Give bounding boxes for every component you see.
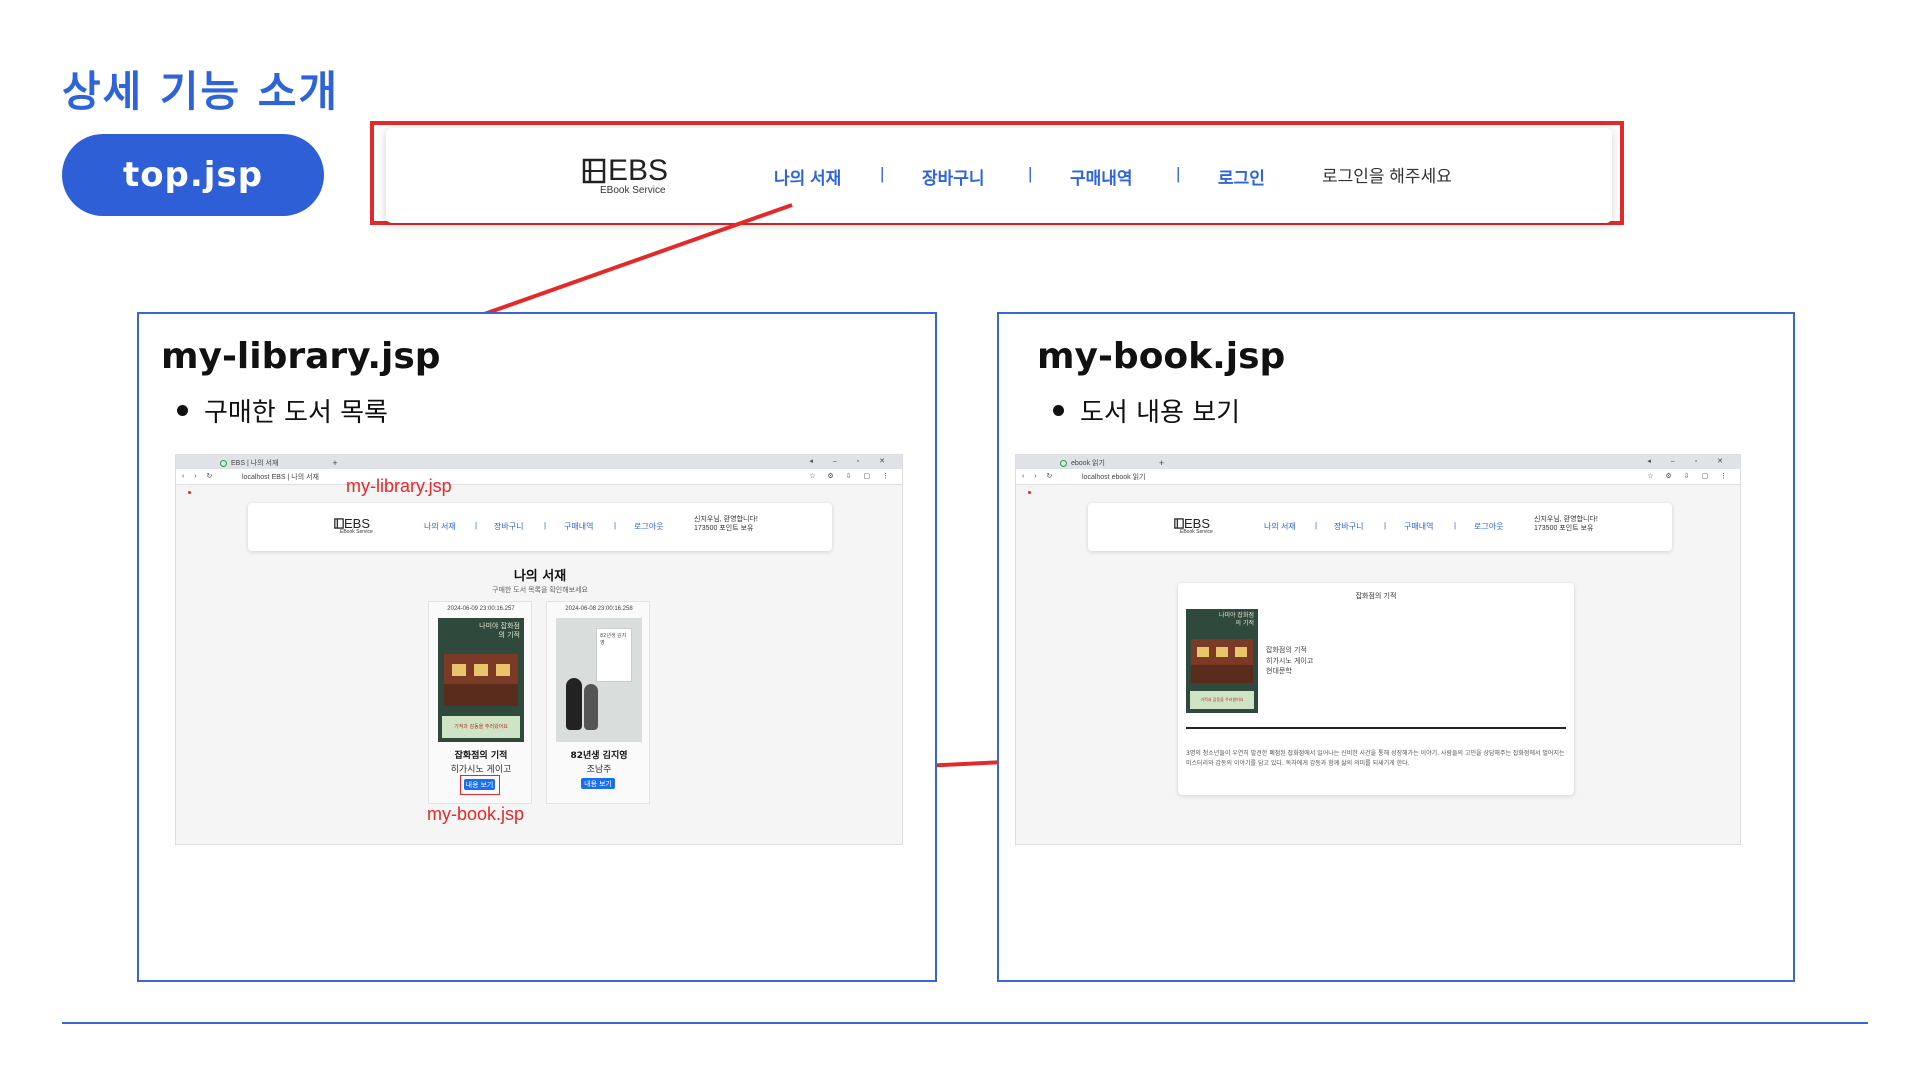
- my-library-panel: my-library.jsp 구매한 도서 목록 EBS | 나의 서재 + ◂…: [137, 312, 937, 982]
- browser-nav-icons[interactable]: ‹ › ↻: [182, 472, 216, 480]
- mini-nav-separator: |: [475, 521, 478, 530]
- tab-favicon-icon: [220, 459, 227, 467]
- mini-welcome-block: 신지우님, 환영합니다! 173500 포인트 보유: [694, 515, 758, 533]
- book-description: 3명의 청소년들이 우연히 발견한 폐점된 잡화점에서 일어나는 신비한 사건을…: [1186, 750, 1565, 767]
- mini-nav-purchase[interactable]: 구매내역: [1404, 521, 1433, 532]
- mini-welcome-block: 신지우님, 환영합니다! 173500 포인트 보유: [1534, 515, 1598, 533]
- indicator-dot: [1028, 491, 1031, 494]
- points-text: 173500 포인트 보유: [694, 525, 754, 533]
- view-content-button[interactable]: 내용 보기: [581, 778, 615, 789]
- bullet-text: 구매한 도서 목록: [204, 398, 388, 428]
- mini-logo-subtext: EBook Service: [1180, 529, 1213, 535]
- browser-toolbar-icons[interactable]: ☆ ⚙ ⇩ ▢ ⋮: [1647, 472, 1732, 480]
- book-title: 82년생 김지영: [570, 751, 628, 761]
- divider: [1186, 727, 1566, 729]
- browser-toolbar-icons[interactable]: ☆ ⚙ ⇩ ▢ ⋮: [809, 472, 894, 480]
- view-content-button[interactable]: 내용 보기: [464, 779, 495, 790]
- my-book-screenshot: ebook 읽기 + ◂ ‒ ▫ ✕ ‹ › ↻ localhost ebook…: [1015, 454, 1741, 845]
- mini-nav-card: EBS EBook Service 나의 서재 | 장바구니 | 구매내역 | …: [248, 503, 832, 551]
- cover-title-text: 82년생 김지영: [596, 628, 632, 682]
- mini-nav-separator: |: [544, 521, 547, 530]
- browser-tab-title[interactable]: ebook 읽기: [1071, 458, 1105, 468]
- library-subheading: 구매한 도서 목록을 확인해보세요: [492, 587, 588, 594]
- book-icon: [334, 518, 344, 529]
- mini-nav-logout[interactable]: 로그아웃: [634, 521, 663, 532]
- book-meta: 잡화점의 기적 히가시노 게이고 현대문학: [1266, 645, 1313, 677]
- view-button-highlight: 내용 보기: [460, 775, 500, 795]
- mini-nav-separator: |: [1384, 521, 1387, 530]
- cover-title-text: 나미야 잡화점의 기적: [1218, 612, 1254, 627]
- window-controls[interactable]: ◂ ‒ ▫ ✕: [809, 457, 894, 465]
- mini-nav-my-library[interactable]: 나의 서재: [1264, 521, 1296, 532]
- browser-address-bar: ‹ › ↻ localhost EBS | 나의 서재 ☆ ⚙ ⇩ ▢ ⋮: [176, 469, 902, 485]
- book-title: 잡화점의 기적: [454, 751, 508, 761]
- book-cover-namiya[interactable]: 나미야 잡화점의 기적 기적과 감동을 주러왔어요: [438, 618, 524, 742]
- mini-nav-purchase[interactable]: 구매내역: [564, 521, 593, 532]
- welcome-text: 신지우님, 환영합니다!: [1534, 516, 1598, 523]
- cover-band: 기적과 감동을 주러왔어요: [1190, 691, 1254, 709]
- points-text: 173500 포인트 보유: [1534, 525, 1594, 533]
- mini-nav-cart[interactable]: 장바구니: [1334, 521, 1363, 532]
- detail-header: 잡화점의 기적: [1355, 592, 1397, 600]
- new-tab-icon[interactable]: +: [1159, 458, 1164, 468]
- book-genre: 현대문학: [1266, 667, 1292, 675]
- mini-nav-logout[interactable]: 로그아웃: [1474, 521, 1503, 532]
- library-heading: 나의 서재: [513, 569, 567, 584]
- book-author: 히가시노 게이고: [1266, 656, 1314, 665]
- book-cover-kimjiyoung[interactable]: 82년생 김지영: [556, 618, 642, 742]
- cover-band: 기적과 감동을 주러왔어요: [442, 716, 520, 738]
- browser-nav-icons[interactable]: ‹ › ↻: [1022, 472, 1056, 480]
- welcome-text: 신지우님, 환영합니다!: [694, 516, 758, 523]
- new-tab-icon[interactable]: +: [332, 458, 337, 468]
- book-icon: [1174, 518, 1184, 529]
- panel-bullet: 도서 내용 보기: [1053, 392, 1240, 429]
- book-card: 2024-06-08 23:00:16.258 82년생 김지영 82년생 김지…: [546, 601, 650, 804]
- cover-house-illustration: [1191, 639, 1253, 683]
- browser-tab-bar: EBS | 나의 서재 + ◂ ‒ ▫ ✕: [176, 455, 902, 469]
- browser-tab-bar: ebook 읽기 + ◂ ‒ ▫ ✕: [1016, 455, 1740, 469]
- my-book-panel: my-book.jsp 도서 내용 보기 ebook 읽기 + ◂ ‒ ▫ ✕ …: [997, 312, 1795, 982]
- mini-ebs-logo[interactable]: EBS EBook Service: [334, 517, 373, 535]
- bottom-divider: [62, 1022, 1868, 1024]
- mini-logo-subtext: EBook Service: [340, 529, 373, 535]
- mini-nav-separator: |: [1454, 521, 1457, 530]
- mini-nav-my-library[interactable]: 나의 서재: [424, 521, 456, 532]
- address-text[interactable]: localhost EBS | 나의 서재: [242, 472, 319, 482]
- bullet-dot: [177, 405, 188, 416]
- purchase-date: 2024-06-09 23:00:16.257: [447, 606, 515, 612]
- mini-nav-cart[interactable]: 장바구니: [494, 521, 523, 532]
- browser-tab-title[interactable]: EBS | 나의 서재: [231, 458, 278, 468]
- red-label-my-book: my-book.jsp: [427, 804, 525, 824]
- mini-nav-separator: |: [1315, 521, 1318, 530]
- tab-favicon-icon: [1060, 459, 1067, 467]
- book-detail-card: 잡화점의 기적 나미야 잡화점의 기적 기적과 감동을 주러왔어요 잡화점의 기…: [1178, 583, 1574, 795]
- mini-nav-card: EBS EBook Service 나의 서재 | 장바구니 | 구매내역 | …: [1088, 503, 1672, 551]
- cover-figure-illustration: [566, 678, 582, 730]
- mini-nav-separator: |: [614, 521, 617, 530]
- mini-ebs-logo[interactable]: EBS EBook Service: [1174, 517, 1213, 535]
- window-controls[interactable]: ◂ ‒ ▫ ✕: [1647, 457, 1732, 465]
- my-library-screenshot: EBS | 나의 서재 + ◂ ‒ ▫ ✕ ‹ › ↻ localhost EB…: [175, 454, 903, 845]
- browser-address-bar: ‹ › ↻ localhost ebook 읽기 ☆ ⚙ ⇩ ▢ ⋮: [1016, 469, 1740, 485]
- cover-title-text: 나미야 잡화점의 기적: [479, 622, 520, 639]
- cover-figure-illustration: [584, 684, 598, 730]
- red-label-my-library: my-library.jsp: [346, 476, 452, 496]
- panel-bullet: 구매한 도서 목록: [177, 392, 388, 429]
- book-author: 히가시노 게이고: [450, 765, 512, 775]
- cover-house-illustration: [444, 654, 518, 706]
- bullet-text: 도서 내용 보기: [1080, 398, 1241, 428]
- panel-title: my-library.jsp: [161, 336, 441, 377]
- bullet-dot: [1053, 405, 1064, 416]
- book-cover-namiya: 나미야 잡화점의 기적 기적과 감동을 주러왔어요: [1186, 609, 1258, 713]
- panel-title: my-book.jsp: [1037, 336, 1286, 377]
- indicator-dot: [188, 491, 191, 494]
- book-title: 잡화점의 기적: [1266, 646, 1307, 654]
- address-text[interactable]: localhost ebook 읽기: [1082, 472, 1145, 482]
- purchase-date: 2024-06-08 23:00:16.258: [565, 606, 633, 612]
- book-author: 조남주: [586, 765, 612, 775]
- book-card: 2024-06-09 23:00:16.257 나미야 잡화점의 기적 기적과 …: [428, 601, 532, 804]
